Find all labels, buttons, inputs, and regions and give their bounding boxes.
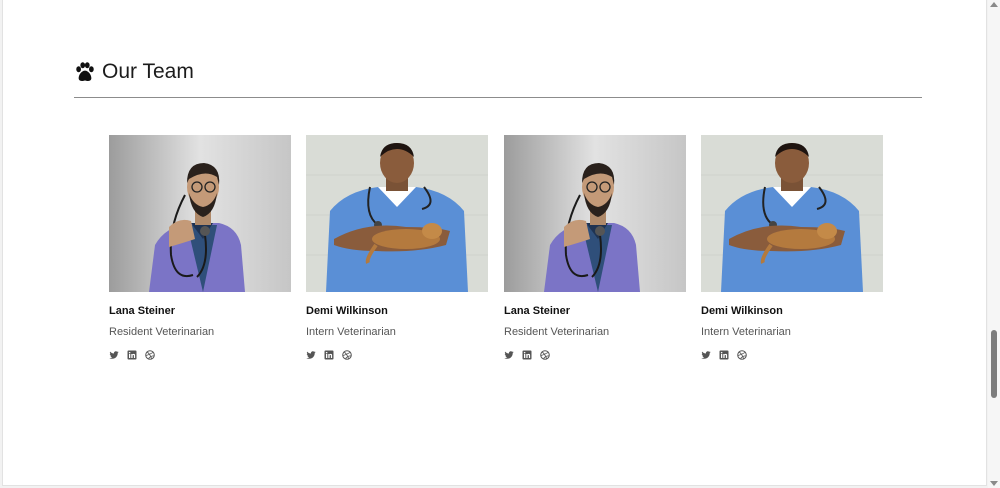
twitter-icon[interactable] (109, 350, 119, 360)
linkedin-icon[interactable] (719, 350, 729, 360)
member-name: Demi Wilkinson (701, 305, 783, 317)
member-role: Intern Veterinarian (701, 326, 791, 338)
scroll-down-icon[interactable] (990, 481, 998, 486)
social-links (701, 350, 883, 360)
linkedin-icon[interactable] (522, 350, 532, 360)
team-card: Lana Steiner Resident Veterinarian (109, 135, 291, 360)
social-links (504, 350, 686, 360)
team-photo (306, 135, 488, 292)
member-name: Lana Steiner (109, 305, 176, 317)
vertical-scrollbar[interactable] (988, 0, 1000, 488)
page: Our Team Lana Steiner Resident Veterinar… (2, 0, 987, 486)
section-title: Our Team (102, 60, 194, 83)
dribbble-icon[interactable] (342, 350, 352, 360)
section-divider (74, 97, 922, 98)
dribbble-icon[interactable] (737, 350, 747, 360)
dribbble-icon[interactable] (540, 350, 550, 360)
member-role: Resident Veterinarian (109, 326, 215, 338)
dribbble-icon[interactable] (145, 350, 155, 360)
member-name: Lana Steiner (504, 305, 571, 317)
social-links (306, 350, 488, 360)
twitter-icon[interactable] (306, 350, 316, 360)
section-header: Our Team (74, 60, 194, 84)
member-role: Intern Veterinarian (306, 326, 396, 338)
scroll-thumb[interactable] (991, 330, 997, 398)
team-photo (504, 135, 686, 292)
team-photo (701, 135, 883, 292)
member-name: Demi Wilkinson (306, 305, 388, 317)
team-photo (109, 135, 291, 292)
paw-icon (76, 62, 94, 81)
linkedin-icon[interactable] (127, 350, 137, 360)
team-card: Lana Steiner Resident Veterinarian (504, 135, 686, 360)
team-card: Demi Wilkinson Intern Veterinarian (701, 135, 883, 360)
twitter-icon[interactable] (504, 350, 514, 360)
member-role: Resident Veterinarian (504, 326, 610, 338)
scroll-up-icon[interactable] (990, 2, 998, 7)
team-card: Demi Wilkinson Intern Veterinarian (306, 135, 488, 360)
social-links (109, 350, 291, 360)
twitter-icon[interactable] (701, 350, 711, 360)
linkedin-icon[interactable] (324, 350, 334, 360)
